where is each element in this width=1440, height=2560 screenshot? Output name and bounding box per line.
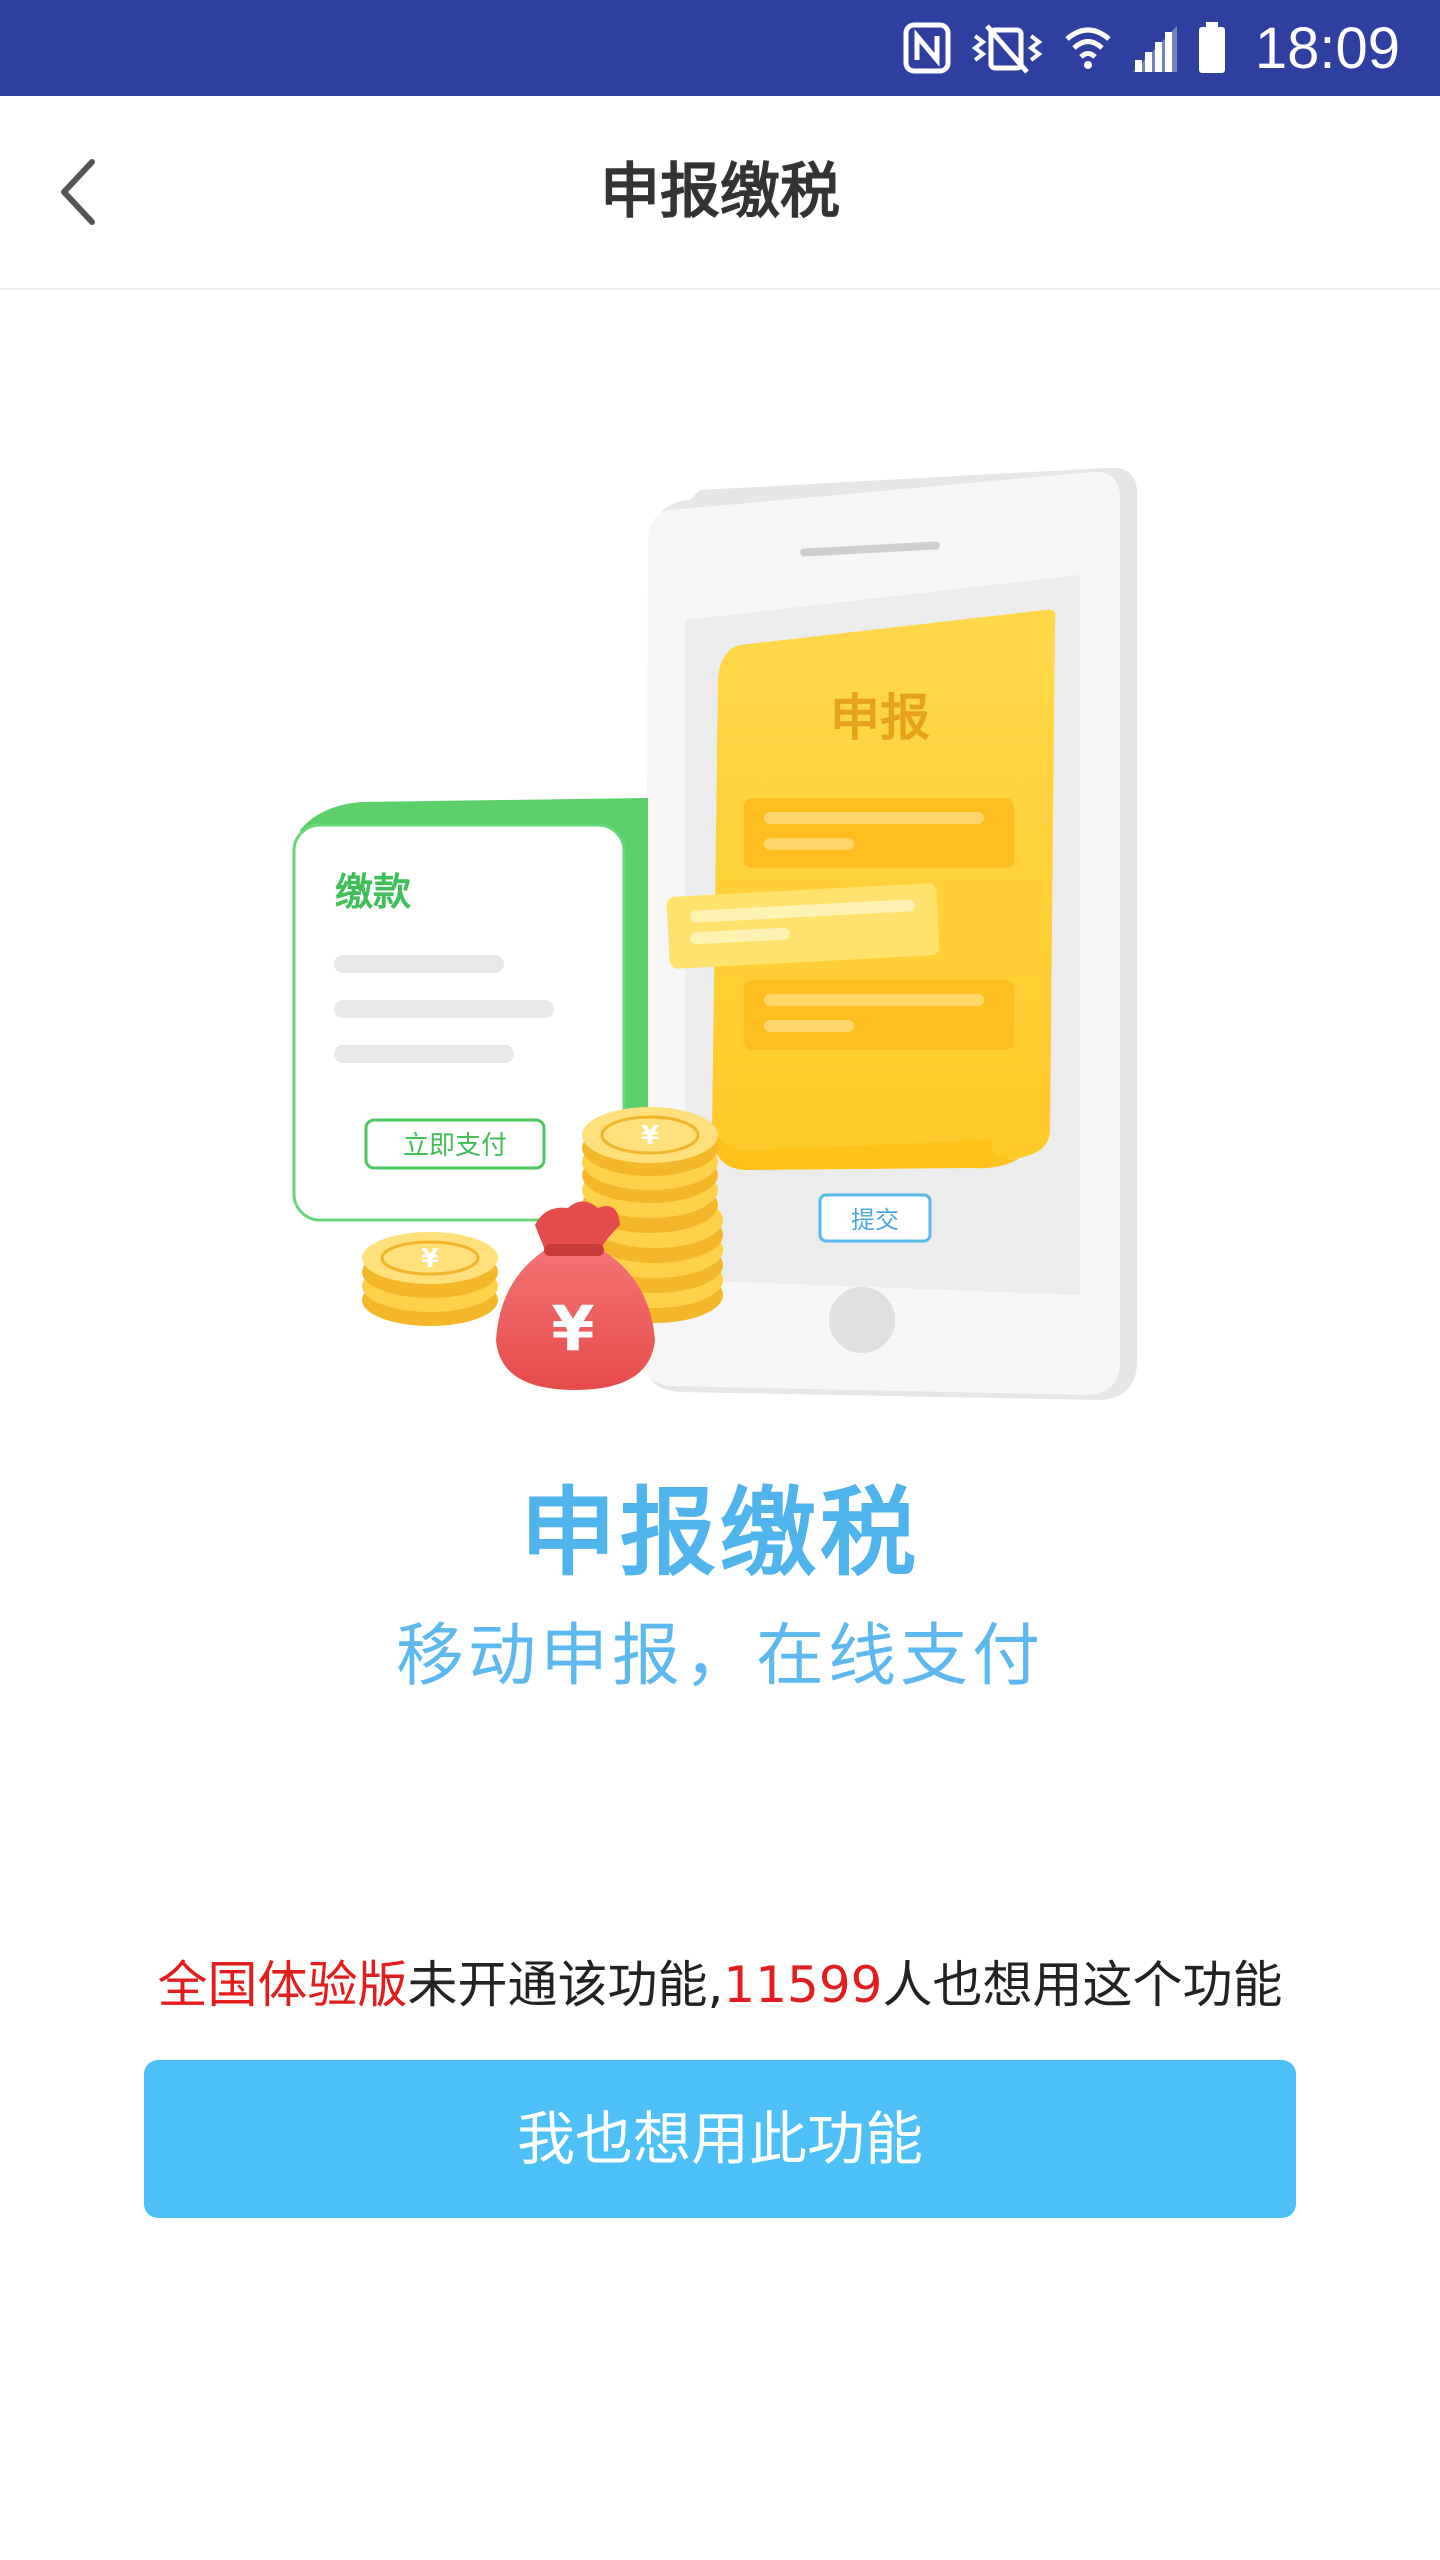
status-icons: 18:09 <box>903 0 1400 96</box>
submit-label: 提交 <box>851 1206 899 1234</box>
feature-title: 申报缴税 <box>520 1477 920 1589</box>
floating-row <box>666 883 940 969</box>
availability-notice: 全国体验版未开通该功能,11599人也想用这个功能 <box>0 1945 1440 2017</box>
payment-card-title: 缴款 <box>335 870 411 914</box>
coin-symbol-left: ¥ <box>421 1244 439 1274</box>
submit-button-graphic: 提交 <box>818 1193 932 1243</box>
app-header: 申报缴税 <box>0 96 1440 290</box>
bag-symbol: ¥ <box>551 1292 594 1365</box>
interested-count: 11599 <box>723 1956 883 2014</box>
wifi-icon <box>1065 27 1111 69</box>
signal-icon <box>1132 26 1177 72</box>
coin-symbol: ¥ <box>641 1121 659 1151</box>
nfc-icon <box>903 22 951 74</box>
notice-text: 未开通该功能, <box>407 1956 724 2014</box>
page-title: 申报缴税 <box>600 157 840 227</box>
status-bar: 18:09 <box>0 0 1440 96</box>
want-feature-button[interactable]: 我也想用此功能 <box>144 2060 1296 2218</box>
notice-text-end: 人也想用这个功能 <box>882 1956 1283 2014</box>
feature-subtitle: 移动申报，在线支付 <box>395 1617 1044 1696</box>
battery-icon <box>1198 22 1225 73</box>
pay-now-label: 立即支付 <box>403 1131 507 1161</box>
coin-stack-left: ¥ <box>362 1232 498 1326</box>
status-time: 18:09 <box>1254 15 1400 81</box>
version-highlight: 全国体验版 <box>157 1956 408 2014</box>
declaration-title: 申报 <box>830 689 930 747</box>
tax-illustration: 申报 提交 缴款 立即支付 ¥ ¥ ¥ <box>292 467 1137 1400</box>
vibrate-icon <box>971 24 1043 74</box>
